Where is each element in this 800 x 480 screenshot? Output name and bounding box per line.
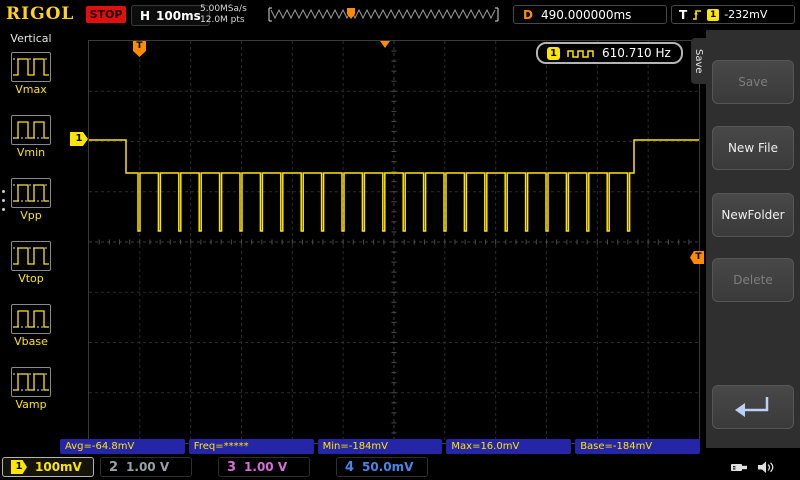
sample-rate: 5.00MSa/s xyxy=(200,4,247,15)
trigger-source-badge: 1 xyxy=(707,9,719,21)
memory-depth: 12.0M pts xyxy=(200,15,247,26)
channel-2-badge: 2 xyxy=(109,460,118,475)
channel-1-badge: 1 xyxy=(11,460,27,474)
channel-3-scale: 1.00 V xyxy=(244,460,287,474)
sidebar-item-label: Vpp xyxy=(20,209,42,222)
delay-label: D xyxy=(523,8,533,22)
menu-button-save[interactable]: Save xyxy=(712,60,794,104)
usb-icon xyxy=(730,460,750,475)
frequency-counter: 1 610.710 Hz xyxy=(536,42,683,64)
freq-counter-value: 610.710 Hz xyxy=(602,46,671,60)
top-bar: RIGOL STOP H 100ms 5.00MSa/s 12.0M pts D… xyxy=(0,0,800,30)
sidebar-item-label: Vbase xyxy=(14,335,48,348)
sidebar-scroll-indicator xyxy=(2,190,5,211)
vmin-icon xyxy=(11,115,51,145)
delay-value: 490.000000ms xyxy=(541,8,631,22)
vertical-measure-sidebar: Vertical Vmax Vmin Vpp Vtop Vbase Vamp xyxy=(0,32,62,442)
sidebar-title: Vertical xyxy=(0,32,62,45)
vpp-icon xyxy=(11,178,51,208)
sidebar-item-vmin[interactable]: Vmin xyxy=(0,109,62,172)
sidebar-item-vmax[interactable]: Vmax xyxy=(0,46,62,109)
vamp-icon xyxy=(11,367,51,397)
timebase-value: 100ms xyxy=(156,9,201,23)
menu-button-new-folder[interactable]: NewFolder xyxy=(712,193,794,237)
channel-4-indicator[interactable]: 4 50.0mV xyxy=(336,457,428,477)
sidebar-item-vpp[interactable]: Vpp xyxy=(0,172,62,235)
measurement-avg: Avg=-64.8mV xyxy=(60,439,185,454)
speaker-icon xyxy=(757,460,775,475)
channel-3-badge: 3 xyxy=(227,460,236,475)
channel-1-scale: 100mV xyxy=(35,460,82,474)
return-arrow-icon xyxy=(723,392,783,422)
square-wave-icon xyxy=(567,48,595,59)
save-menu-panel: Save Save New File NewFolder Delete xyxy=(706,30,800,448)
graticule xyxy=(89,41,699,443)
run-state-badge: STOP xyxy=(86,6,126,23)
horizontal-delay: D 490.000000ms xyxy=(513,5,667,24)
sidebar-item-label: Vmin xyxy=(17,146,45,159)
sidebar-item-vbase[interactable]: Vbase xyxy=(0,298,62,361)
sidebar-item-label: Vamp xyxy=(15,398,46,411)
trigger-edge-icon xyxy=(692,8,702,22)
vmax-icon xyxy=(11,52,51,82)
memory-waveform-overview[interactable] xyxy=(267,7,501,22)
menu-title-tab: Save xyxy=(691,38,706,84)
channel-1-indicator[interactable]: 1 100mV xyxy=(2,457,94,477)
oscilloscope-screen: RIGOL STOP H 100ms 5.00MSa/s 12.0M pts D… xyxy=(0,0,800,480)
measurement-base: Base=-184mV xyxy=(575,439,700,454)
channel-3-indicator[interactable]: 3 1.00 V xyxy=(218,457,310,477)
freq-counter-channel-badge: 1 xyxy=(547,47,560,60)
menu-button-new-file[interactable]: New File xyxy=(712,126,794,170)
channel-4-badge: 4 xyxy=(345,460,354,475)
measurement-freq: Freq=***** xyxy=(189,439,314,454)
brand-logo: RIGOL xyxy=(6,4,74,24)
overview-waveform-icon xyxy=(267,7,501,22)
sidebar-item-vamp[interactable]: Vamp xyxy=(0,361,62,424)
vbase-icon xyxy=(11,304,51,334)
channel-1-position-marker[interactable]: 1 xyxy=(70,132,88,146)
trigger-label: T xyxy=(679,8,687,22)
acquisition-info: 5.00MSa/s 12.0M pts xyxy=(200,4,247,26)
channel-2-indicator[interactable]: 2 1.00 V xyxy=(100,457,192,477)
menu-button-back[interactable] xyxy=(712,385,794,429)
trigger-level-value: -232mV xyxy=(724,8,767,21)
trigger-info: T 1 -232mV xyxy=(671,5,795,24)
measurement-bar: Avg=-64.8mV Freq=***** Min=-184mV Max=16… xyxy=(60,439,700,454)
screen-center-marker-icon xyxy=(380,41,390,48)
menu-button-delete[interactable]: Delete xyxy=(712,258,794,302)
sidebar-item-vtop[interactable]: Vtop xyxy=(0,235,62,298)
channel-2-scale: 1.00 V xyxy=(126,460,169,474)
channel-status-bar: 1 100mV 2 1.00 V 3 1.00 V 4 50.0mV xyxy=(0,456,800,480)
measurement-min: Min=-184mV xyxy=(318,439,443,454)
horizontal-label: H xyxy=(140,9,150,23)
channel-4-scale: 50.0mV xyxy=(362,460,413,474)
sidebar-item-label: Vtop xyxy=(18,272,44,285)
sidebar-item-label: Vmax xyxy=(15,83,47,96)
measurement-max: Max=16.0mV xyxy=(446,439,571,454)
horizontal-timebase[interactable]: H 100ms xyxy=(131,5,210,26)
waveform-display xyxy=(88,40,700,444)
vtop-icon xyxy=(11,241,51,271)
